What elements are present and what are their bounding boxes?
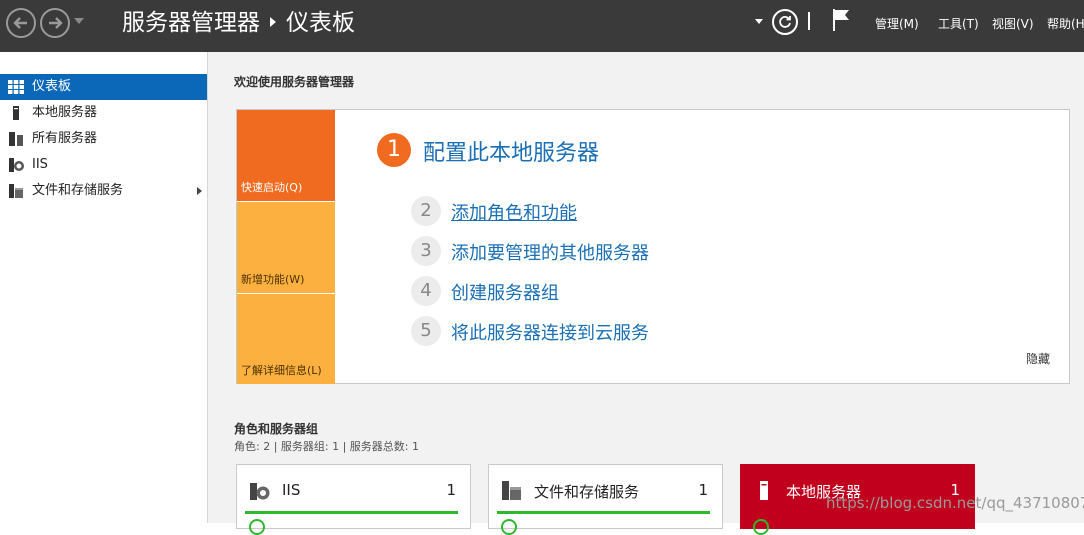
role-card-name: IIS (282, 481, 301, 499)
forward-button[interactable] (40, 8, 70, 38)
sidebar-item-label: 所有服务器 (32, 131, 98, 146)
arrow-left-icon (13, 17, 27, 29)
history-dropdown-icon[interactable] (74, 18, 84, 24)
step-link[interactable]: 添加要管理的其他服务器 (451, 239, 649, 265)
step-link[interactable]: 将此服务器连接到云服务 (451, 319, 649, 345)
role-card-name: 文件和存储服务 (534, 483, 640, 501)
tile-label: 快速启动(Q) (241, 181, 303, 194)
servers-icon (9, 132, 23, 146)
status-bar (497, 511, 710, 514)
sidebar-item-label: 本地服务器 (32, 105, 98, 120)
welcome-title: 欢迎使用服务器管理器 (234, 75, 355, 89)
tile-learn-more[interactable]: 了解详细信息(L) (237, 294, 335, 384)
step-number-badge: 3 (411, 236, 441, 266)
status-bar (245, 511, 458, 514)
role-card-count: 1 (698, 481, 708, 499)
role-card-iis[interactable]: IIS 1 (236, 464, 471, 535)
status-ok-icon (501, 519, 517, 535)
tile-label: 新增功能(W) (241, 273, 305, 286)
arrow-right-icon (49, 17, 63, 29)
step-link[interactable]: 配置此本地服务器 (423, 135, 599, 167)
menu-tools[interactable]: 工具(T) (938, 15, 979, 32)
status-ok-icon (753, 519, 769, 535)
toolbar-divider (808, 12, 810, 30)
step-number-badge: 1 (377, 133, 411, 167)
notifications-dropdown-icon[interactable] (755, 19, 763, 24)
breadcrumb-separator-icon (270, 17, 276, 27)
tile-quick-start[interactable]: 快速启动(Q) (237, 110, 335, 201)
server-icon (760, 481, 768, 500)
hide-link[interactable]: 隐藏 (1026, 350, 1050, 367)
refresh-icon (779, 16, 791, 28)
sidebar-item-file-storage[interactable]: 文件和存储服务 (0, 178, 207, 204)
sidebar-item-iis[interactable]: IIS (0, 152, 207, 178)
sidebar: 仪表板 本地服务器 所有服务器 IIS 文件和存储服务 (0, 52, 208, 523)
roles-summary: 角色: 2 | 服务器组: 1 | 服务器总数: 1 (234, 440, 420, 453)
menu-manage[interactable]: 管理(M) (875, 15, 919, 32)
tile-whats-new[interactable]: 新增功能(W) (237, 202, 335, 293)
watermark: https://blog.csdn.net/qq_43710807 (826, 494, 1084, 512)
breadcrumb-page: 仪表板 (286, 10, 355, 36)
step-number-badge: 4 (411, 276, 441, 306)
iis-icon (250, 483, 270, 500)
back-button[interactable] (6, 8, 36, 38)
expand-arrow-icon[interactable] (197, 187, 202, 195)
sidebar-item-label: 仪表板 (32, 79, 72, 94)
storage-icon (9, 184, 23, 198)
step-number-badge: 5 (411, 316, 441, 346)
step-link[interactable]: 创建服务器组 (451, 279, 559, 305)
sidebar-item-dashboard[interactable]: 仪表板 (0, 74, 207, 100)
menu-help[interactable]: 帮助(H (1047, 15, 1084, 32)
storage-icon (502, 481, 521, 500)
breadcrumb: 服务器管理器 仪表板 (122, 6, 355, 40)
sidebar-item-all-servers[interactable]: 所有服务器 (0, 126, 207, 152)
role-card-count: 1 (446, 481, 456, 499)
roles-section-title: 角色和服务器组 (234, 422, 319, 436)
step-link[interactable]: 添加角色和功能 (451, 199, 577, 225)
breadcrumb-app: 服务器管理器 (122, 10, 260, 36)
step-number-badge: 2 (411, 196, 441, 226)
role-card-file-storage[interactable]: 文件和存储服务 1 (488, 464, 723, 535)
refresh-button[interactable] (772, 9, 798, 35)
sidebar-item-local-server[interactable]: 本地服务器 (0, 100, 207, 126)
title-bar: 服务器管理器 仪表板 管理(M) 工具(T) 视图(V) 帮助(H (0, 0, 1084, 52)
tile-label: 了解详细信息(L) (241, 364, 322, 377)
server-icon (13, 106, 19, 120)
sidebar-item-label: IIS (32, 157, 48, 172)
sidebar-item-label: 文件和存储服务 (32, 183, 124, 198)
menu-view[interactable]: 视图(V) (992, 15, 1034, 32)
dashboard-content: 欢迎使用服务器管理器 快速启动(Q) 新增功能(W) 了解详细信息(L) 1 配… (208, 52, 1084, 535)
flag-icon[interactable] (832, 8, 850, 32)
iis-icon (9, 158, 24, 172)
status-ok-icon (249, 519, 265, 535)
welcome-panel: 快速启动(Q) 新增功能(W) 了解详细信息(L) 1 配置此本地服务器 2 添… (236, 109, 1070, 384)
dashboard-icon (8, 80, 24, 94)
